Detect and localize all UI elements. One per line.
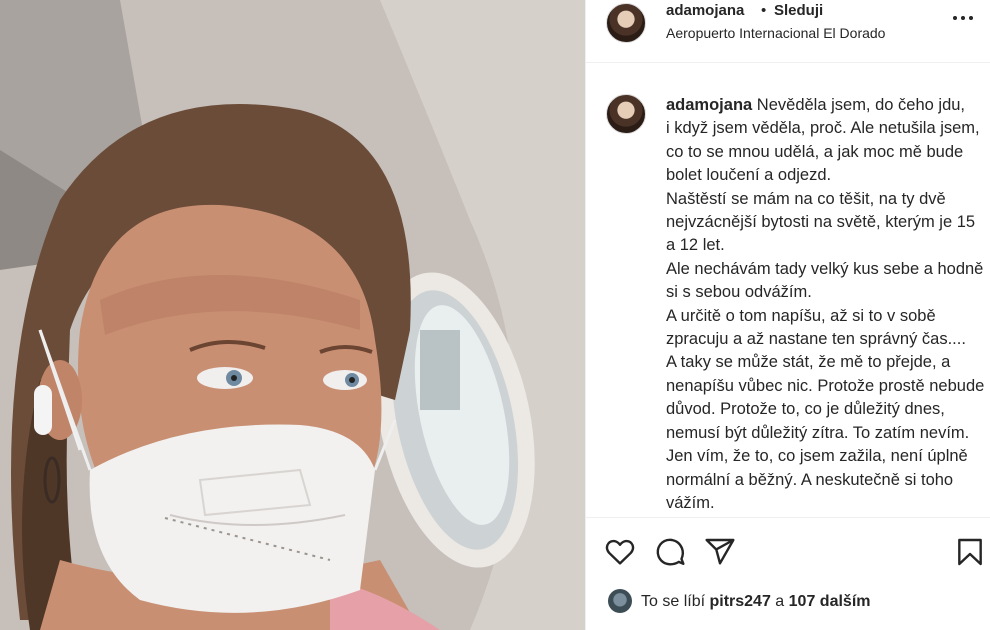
comment-icon[interactable] — [654, 536, 686, 568]
more-options-icon[interactable] — [951, 10, 975, 26]
separator-dot: • — [761, 2, 767, 19]
liker-avatar[interactable] — [608, 589, 632, 613]
post-details-panel: adamojana • Sleduji Aeropuerto Internaci… — [585, 0, 990, 630]
post-header: adamojana • Sleduji Aeropuerto Internaci… — [586, 0, 990, 63]
post-photo[interactable] — [0, 0, 585, 630]
follow-status-button[interactable]: Sleduji — [774, 2, 823, 19]
post-actions-bar — [586, 517, 990, 587]
author-avatar[interactable] — [606, 3, 646, 43]
post-location[interactable]: Aeropuerto Internacional El Dorado — [666, 25, 885, 41]
liker-username[interactable]: pitrs247 — [709, 593, 770, 610]
likes-prefix: To se líbí — [641, 593, 710, 610]
likes-text: To se líbí pitrs247 a 107 dalším — [641, 593, 870, 611]
photo-illustration — [0, 0, 585, 630]
bookmark-icon[interactable] — [954, 536, 986, 568]
likes-count-link[interactable]: 107 dalším — [789, 593, 871, 610]
author-username[interactable]: adamojana — [666, 2, 744, 19]
caption-username[interactable]: adamojana — [666, 96, 752, 114]
likes-summary: To se líbí pitrs247 a 107 dalším — [586, 587, 990, 617]
caption-text: Nevěděla jsem, do čeho jdu, i když jsem … — [666, 96, 985, 512]
share-icon[interactable] — [704, 536, 736, 568]
caption-section: adamojana Nevěděla jsem, do čeho jdu, i … — [586, 64, 990, 516]
caption-author-avatar[interactable] — [606, 94, 646, 134]
heart-icon[interactable] — [604, 536, 636, 568]
likes-middle: a — [770, 593, 789, 610]
post-caption: adamojana Nevěděla jsem, do čeho jdu, i … — [666, 94, 986, 515]
